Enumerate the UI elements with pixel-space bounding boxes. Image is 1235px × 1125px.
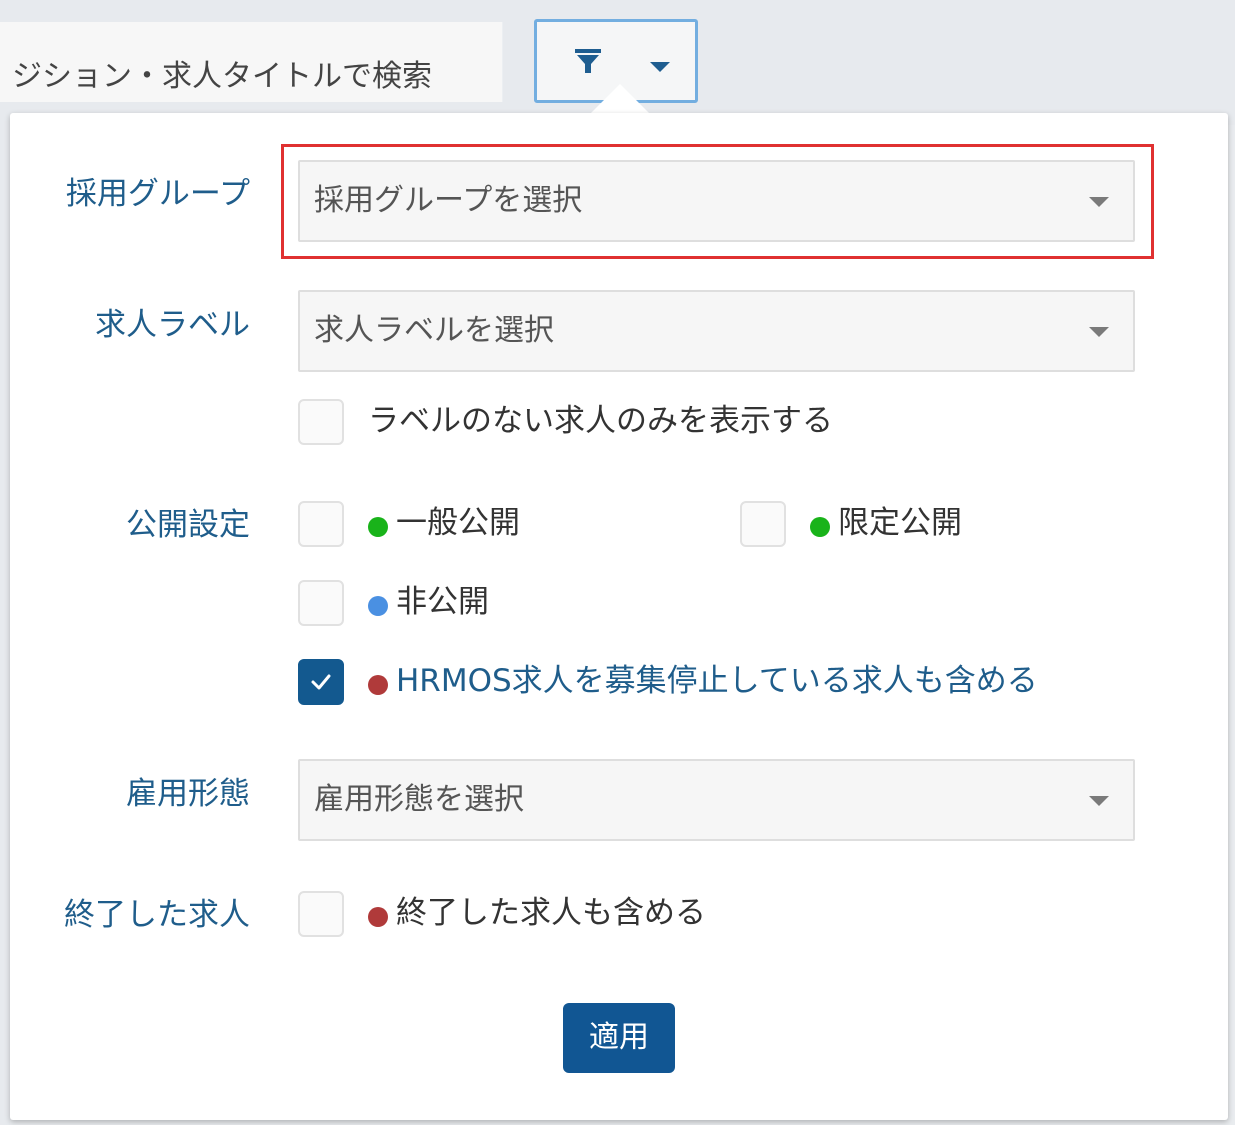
public-checkbox[interactable] <box>298 501 344 547</box>
public-option-text: 一般公開 <box>396 505 520 541</box>
chevron-down-icon <box>1089 327 1109 337</box>
job-label-select[interactable]: 求人ラベルを選択 <box>298 290 1135 372</box>
search-placeholder: ジション・求人タイトルで検索 <box>12 59 432 94</box>
popover-arrow <box>590 84 650 114</box>
group-label: 採用グループ <box>65 176 250 212</box>
include-stopped-option-text: HRMOS求人を募集停止している求人も含める <box>396 663 1038 699</box>
search-input[interactable]: ジション・求人タイトルで検索 <box>0 22 503 102</box>
group-select[interactable]: 採用グループを選択 <box>298 160 1135 242</box>
no-label-option-text: ラベルのない求人のみを表示する <box>368 403 833 439</box>
private-option-text: 非公開 <box>396 584 489 620</box>
private-checkbox[interactable] <box>298 580 344 626</box>
checkmark-icon <box>311 674 331 690</box>
job-label-label: 求人ラベル <box>95 307 250 343</box>
limited-checkbox[interactable] <box>740 501 786 547</box>
group-select-placeholder: 採用グループを選択 <box>314 183 583 218</box>
include-ended-option-text: 終了した求人も含める <box>396 895 706 931</box>
apply-button[interactable]: 適用 <box>563 1003 675 1073</box>
limited-option-text: 限定公開 <box>838 505 962 541</box>
include-stopped-checkbox[interactable] <box>298 659 344 705</box>
status-dot-red <box>368 907 388 927</box>
include-ended-checkbox[interactable] <box>298 891 344 937</box>
employment-label: 雇用形態 <box>126 776 250 812</box>
filter-panel: 採用グループ 採用グループを選択 求人ラベル 求人ラベルを選択 ラベルのない求人… <box>10 113 1228 1120</box>
filter-funnel-icon <box>573 46 603 80</box>
caret-down-icon <box>649 58 671 77</box>
background-strip <box>0 125 10 1125</box>
employment-select-placeholder: 雇用形態を選択 <box>314 782 524 817</box>
job-label-select-placeholder: 求人ラベルを選択 <box>314 313 554 348</box>
status-dot-blue <box>368 596 388 616</box>
status-dot-green <box>368 517 388 537</box>
status-dot-red <box>368 675 388 695</box>
chevron-down-icon <box>1089 197 1109 207</box>
status-dot-green <box>810 517 830 537</box>
no-label-checkbox[interactable] <box>298 399 344 445</box>
ended-label: 終了した求人 <box>64 897 250 933</box>
chevron-down-icon <box>1089 796 1109 806</box>
visibility-label: 公開設定 <box>126 507 250 543</box>
employment-select[interactable]: 雇用形態を選択 <box>298 759 1135 841</box>
